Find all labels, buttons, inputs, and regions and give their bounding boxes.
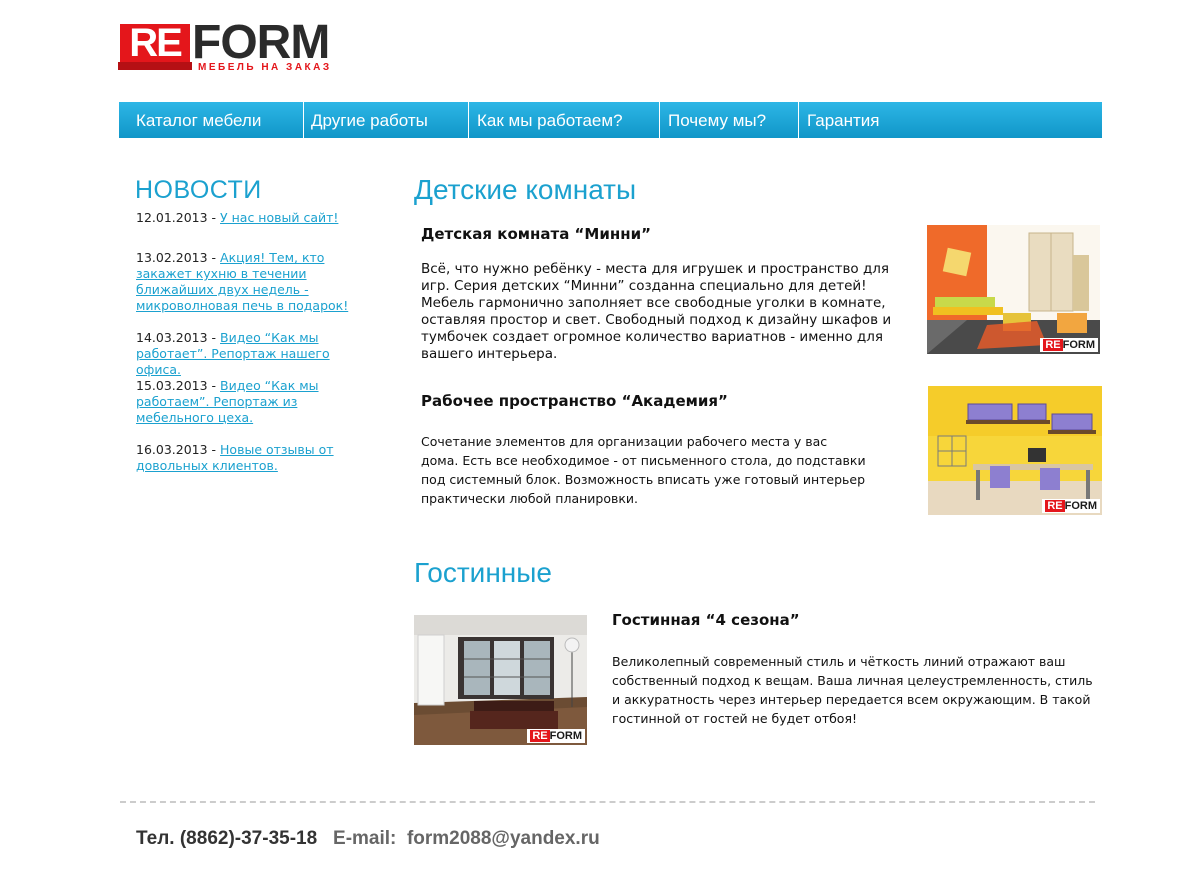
news-link[interactable]: У нас новый сайт! [220,210,338,225]
news-date: 16.03.2013 - [136,442,221,457]
item-title-minni: Детская комната “Минни” [421,225,651,243]
item-title-4-seasons: Гостинная “4 сезона” [612,611,800,629]
news-title: НОВОСТИ [135,176,262,204]
kids-room-image [927,225,1100,354]
academy-room-image [928,386,1102,515]
news-item: 15.03.2013 - Видео “Как мы работаем”. Ре… [136,378,372,426]
news-item: 14.03.2013 - Видео “Как мы работает”. Ре… [136,330,372,378]
item-title-academy: Рабочее пространство “Академия” [421,392,728,410]
living-room-image [414,615,587,745]
item-text-minni: Всё, что нужно ребёнку - места для игруш… [421,261,892,362]
footer-divider [120,801,1095,803]
phone-number[interactable]: (8862)-37-35-18 [180,828,317,849]
nav-item-guarantee[interactable]: Гарантия [799,102,1102,138]
news-date: 14.03.2013 - [136,330,221,345]
nav-item-why-us[interactable]: Почему мы? [660,102,799,138]
photo-logo: RE FORM [1040,338,1098,352]
news-date: 15.03.2013 - [136,378,221,393]
email-label: E-mail: [333,828,397,849]
footer-contacts: Тел. (8862)-37-35-18 E-mail: form2088@ya… [136,828,600,850]
photo-kids-room[interactable]: RE FORM [927,225,1100,354]
phone-label: Тел. [136,828,175,849]
email-address[interactable]: form2088@yandex.ru [407,828,600,849]
nav-item-how-we-work[interactable]: Как мы работаем? [469,102,660,138]
news-item: 12.01.2013 - У нас новый сайт! [136,210,376,226]
nav-item-other-works[interactable]: Другие работы [304,102,469,138]
logo-re: RE [118,23,192,70]
main-nav: Каталог мебели Другие работы Как мы рабо… [119,102,1102,138]
section-title-kids: Детские комнаты [414,174,637,205]
logo[interactable]: RE FORM МЕБЕЛЬ НА ЗАКАЗ [118,16,360,74]
photo-academy[interactable]: RE FORM [928,386,1102,515]
logo-tagline: МЕБЕЛЬ НА ЗАКАЗ [198,62,332,73]
news-item: 13.02.2013 - Акция! Тем, кто закажет кух… [136,250,351,314]
news-date: 13.02.2013 - [136,250,221,265]
nav-item-catalog[interactable]: Каталог мебели [119,102,304,138]
section-title-living: Гостинные [414,557,552,588]
photo-logo: RE FORM [527,729,585,743]
photo-logo: RE FORM [1042,499,1100,513]
logo-form: FORM [192,16,330,69]
item-text-4-seasons: Великолепный современный стиль и чёткост… [612,654,1093,726]
news-item: 16.03.2013 - Новые отзывы от довольных к… [136,442,356,474]
photo-living-room[interactable]: RE FORM [414,615,587,745]
news-date: 12.01.2013 - [136,210,221,225]
item-text-academy: Сочетание элементов для организации рабо… [421,434,866,506]
